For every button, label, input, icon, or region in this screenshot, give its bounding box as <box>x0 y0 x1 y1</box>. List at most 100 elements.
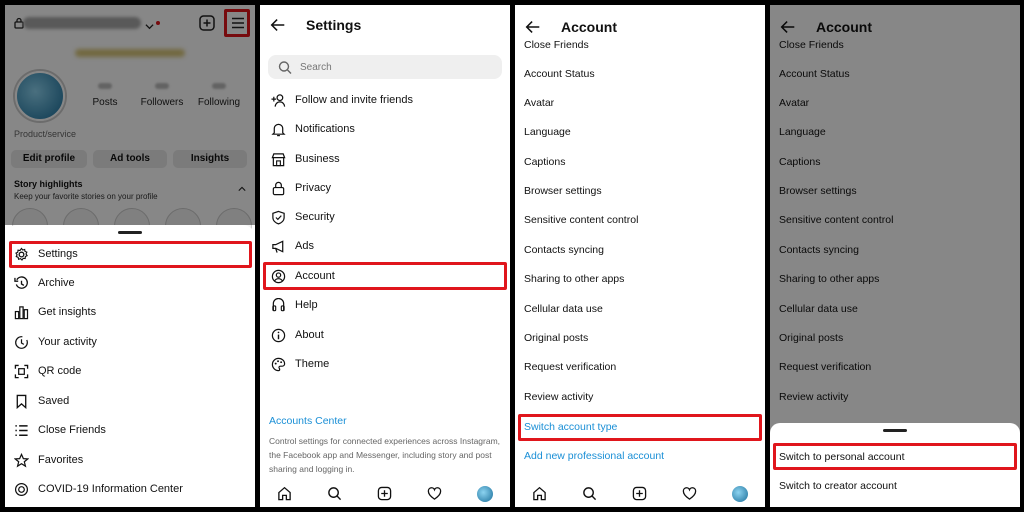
menu-item-your-activity[interactable]: Your activity <box>13 331 97 353</box>
account-item-cellular-data[interactable]: Cellular data use <box>779 303 858 315</box>
back-arrow-icon[interactable] <box>268 15 288 35</box>
account-item-account-status[interactable]: Account Status <box>524 68 595 80</box>
bookmark-icon <box>13 393 29 409</box>
menu-item-label: Close Friends <box>38 424 106 436</box>
menu-item-saved[interactable]: Saved <box>13 390 69 412</box>
settings-item-privacy[interactable]: Privacy <box>270 178 331 198</box>
profile-avatar-tab[interactable] <box>477 486 493 502</box>
menu-item-label: QR code <box>38 365 82 377</box>
posts-stat[interactable]: Posts <box>75 97 135 108</box>
heart-icon[interactable] <box>427 486 443 502</box>
account-item-sharing-apps[interactable]: Sharing to other apps <box>524 273 624 285</box>
back-arrow-icon[interactable] <box>523 17 543 37</box>
account-item-request-verification[interactable]: Request verification <box>524 361 616 373</box>
settings-item-business[interactable]: Business <box>270 149 340 169</box>
switch-account-highlight <box>518 414 762 441</box>
store-icon <box>270 151 286 167</box>
home-icon[interactable] <box>277 486 293 502</box>
account-item-review-activity[interactable]: Review activity <box>524 391 593 403</box>
create-icon[interactable] <box>377 486 393 502</box>
stat-count <box>155 83 169 89</box>
menu-item-qr-code[interactable]: QR code <box>13 360 81 382</box>
avatar[interactable] <box>15 71 65 121</box>
account-item-request-verification[interactable]: Request verification <box>779 361 871 373</box>
search-input[interactable]: Search <box>268 55 502 79</box>
edit-profile-button[interactable]: Edit profile <box>11 150 87 168</box>
account-item-language[interactable]: Language <box>779 126 826 138</box>
create-icon[interactable] <box>199 15 215 31</box>
drag-handle[interactable] <box>118 231 142 234</box>
settings-item-notifications[interactable]: Notifications <box>270 119 355 139</box>
account-item-sensitive-content[interactable]: Sensitive content control <box>524 214 638 226</box>
settings-item-label: Security <box>295 211 335 223</box>
settings-item-label: Ads <box>295 240 314 252</box>
settings-item-label: Notifications <box>295 123 355 135</box>
home-icon[interactable] <box>532 486 548 502</box>
account-item-review-activity[interactable]: Review activity <box>779 391 848 403</box>
username[interactable] <box>23 17 141 29</box>
account-item-account-status[interactable]: Account Status <box>779 68 850 80</box>
activity-icon <box>13 334 29 350</box>
account-item-avatar[interactable]: Avatar <box>779 97 809 109</box>
create-icon[interactable] <box>632 486 648 502</box>
account-item-original-posts[interactable]: Original posts <box>779 332 843 344</box>
settings-item-about[interactable]: About <box>270 325 324 345</box>
menu-item-covid-info[interactable]: COVID-19 Information Center <box>13 478 183 500</box>
menu-item-archive[interactable]: Archive <box>13 272 75 294</box>
search-icon[interactable] <box>327 486 343 502</box>
account-item-browser-settings[interactable]: Browser settings <box>779 185 857 197</box>
settings-item-security[interactable]: Security <box>270 207 335 227</box>
list-icon <box>13 422 29 438</box>
switch-type-sheet: Switch to personal account Switch to cre… <box>770 423 1020 507</box>
story-highlights-subtitle: Keep your favorite stories on your profi… <box>14 192 158 201</box>
menu-item-label: Saved <box>38 395 70 407</box>
insights-button[interactable]: Insights <box>173 150 247 168</box>
settings-item-ads[interactable]: Ads <box>270 236 314 256</box>
account-item-browser-settings[interactable]: Browser settings <box>524 185 602 197</box>
back-arrow-icon[interactable] <box>778 17 798 37</box>
account-item-sensitive-content[interactable]: Sensitive content control <box>779 214 893 226</box>
info-icon <box>270 327 286 343</box>
page-title: Account <box>561 19 617 35</box>
search-placeholder: Search <box>300 61 332 73</box>
account-item-avatar[interactable]: Avatar <box>524 97 554 109</box>
archive-icon <box>13 275 29 291</box>
account-item-close-friends[interactable]: Close Friends <box>779 39 844 51</box>
megaphone-icon <box>270 238 286 254</box>
chevron-down-icon[interactable] <box>145 18 154 30</box>
search-icon[interactable] <box>582 486 598 502</box>
menu-item-favorites[interactable]: Favorites <box>13 449 83 471</box>
settings-item-theme[interactable]: Theme <box>270 354 329 374</box>
account-item-language[interactable]: Language <box>524 126 571 138</box>
ad-tools-button[interactable]: Ad tools <box>93 150 167 168</box>
drag-handle[interactable] <box>883 429 907 432</box>
menu-item-label: COVID-19 Information Center <box>38 483 183 495</box>
settings-item-follow-invite[interactable]: Follow and invite friends <box>270 90 413 110</box>
account-item-captions[interactable]: Captions <box>779 156 820 168</box>
settings-item-label: Business <box>295 153 340 165</box>
account-item-contacts-syncing[interactable]: Contacts syncing <box>779 244 859 256</box>
account-item-close-friends[interactable]: Close Friends <box>524 39 589 51</box>
account-item-captions[interactable]: Captions <box>524 156 565 168</box>
settings-item-help[interactable]: Help <box>270 295 318 315</box>
settings-item-label: About <box>295 329 324 341</box>
profile-panel: Posts Followers Following Product/servic… <box>5 5 255 507</box>
palette-icon <box>270 356 286 372</box>
heart-icon[interactable] <box>682 486 698 502</box>
bell-icon <box>270 121 286 137</box>
menu-item-get-insights[interactable]: Get insights <box>13 301 96 323</box>
menu-item-label: Archive <box>38 277 75 289</box>
switch-to-creator-option[interactable]: Switch to creator account <box>779 480 897 492</box>
followers-stat[interactable]: Followers <box>132 97 192 108</box>
profile-avatar-tab[interactable] <box>732 486 748 502</box>
add-professional-account-link[interactable]: Add new professional account <box>524 450 664 462</box>
account-item-sharing-apps[interactable]: Sharing to other apps <box>779 273 879 285</box>
accounts-center-link[interactable]: Accounts Center <box>269 415 347 427</box>
chevron-up-icon[interactable] <box>238 180 246 191</box>
account-item-original-posts[interactable]: Original posts <box>524 332 588 344</box>
following-stat[interactable]: Following <box>189 97 249 108</box>
account-item-contacts-syncing[interactable]: Contacts syncing <box>524 244 604 256</box>
page-title: Account <box>816 19 872 35</box>
menu-item-close-friends[interactable]: Close Friends <box>13 419 106 441</box>
account-item-cellular-data[interactable]: Cellular data use <box>524 303 603 315</box>
